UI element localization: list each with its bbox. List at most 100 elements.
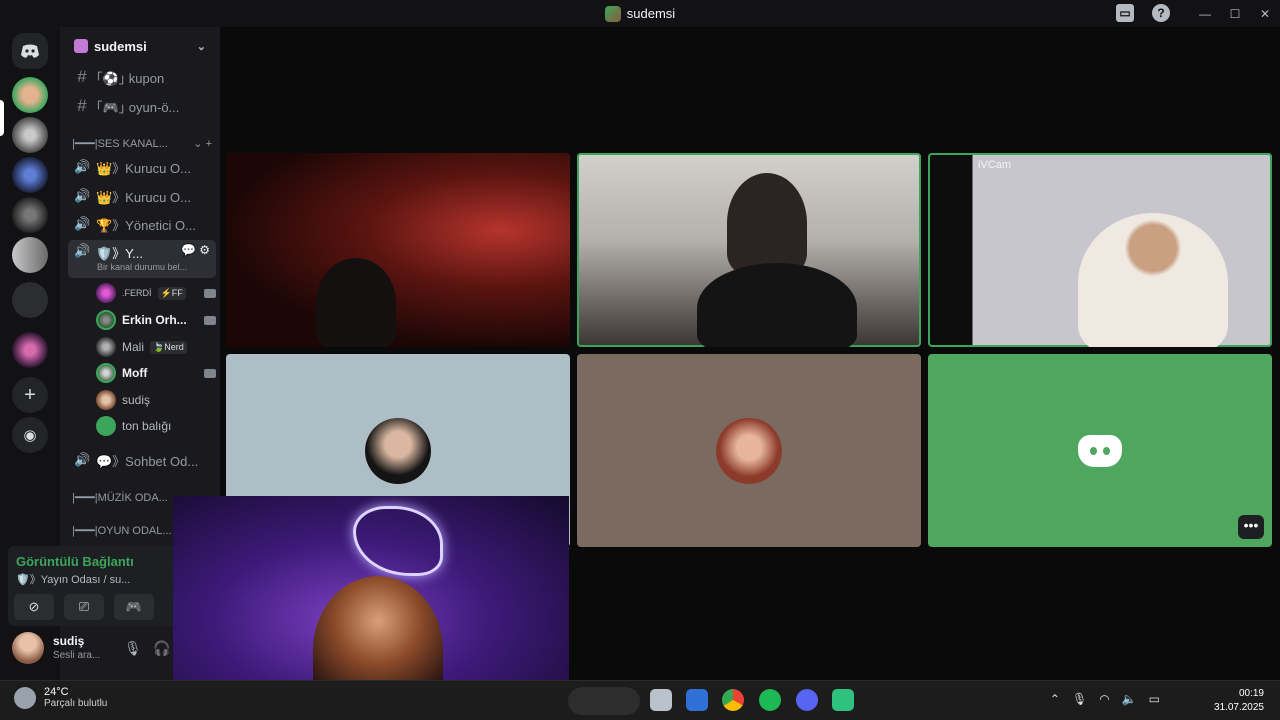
- server-sudemsi[interactable]: [12, 77, 48, 113]
- voice-channel[interactable]: 🔊 💬》Sohbet Od...: [68, 447, 216, 473]
- app-icon[interactable]: [686, 689, 708, 711]
- voice-user[interactable]: .FERDİ ⚡FF: [96, 281, 216, 305]
- speaker-icon: 🔊: [74, 452, 91, 467]
- channel-label: 👑》Kurucu O...: [96, 189, 191, 205]
- user-panel: sudiş Sesli ara... 🎙 🎧: [8, 630, 176, 670]
- browser-icon[interactable]: [722, 689, 744, 711]
- server-item[interactable]: [12, 157, 48, 193]
- wifi-icon[interactable]: ◠: [1099, 692, 1109, 706]
- weather-desc: Parçalı bulutlu: [44, 698, 108, 709]
- window-title: sudemsi: [604, 5, 675, 22]
- discord-icon[interactable]: [796, 689, 818, 711]
- compass-icon[interactable]: ◉: [12, 417, 48, 453]
- user-tag: 🍃Nerd: [150, 340, 187, 354]
- discord-icon[interactable]: [12, 33, 48, 69]
- more-icon[interactable]: •••: [1238, 515, 1264, 539]
- video-participant: [727, 173, 807, 273]
- app-icon[interactable]: [832, 689, 854, 711]
- screen-share-button[interactable]: ⎚: [64, 594, 104, 620]
- add-channel-icon[interactable]: ⌄ +: [193, 137, 212, 150]
- server-item[interactable]: [12, 282, 48, 318]
- avatar: [96, 337, 116, 357]
- channel-label: ｢⚽｣ kupon: [96, 70, 165, 86]
- video-participant: [697, 263, 857, 347]
- camera-icon: [204, 368, 216, 378]
- system-tray: ⌃ 🎙 ◠ 🔈 ▭: [1050, 692, 1160, 706]
- video-tile[interactable]: [226, 153, 570, 347]
- mic-icon[interactable]: 🎙: [1072, 692, 1087, 706]
- voice-channel[interactable]: 🔊 👑》Kurucu O...: [68, 154, 216, 180]
- taskbar-search[interactable]: [568, 687, 640, 715]
- inbox-icon[interactable]: ▭: [1116, 4, 1134, 22]
- window-titlebar: sudemsi ▭ ? — ☐ ✕: [0, 0, 1280, 27]
- avatar: [365, 417, 431, 484]
- battery-icon[interactable]: ▭: [1149, 692, 1160, 706]
- channel-status: Bir kanal durumu bel...: [97, 262, 188, 272]
- chevron-down-icon: ⌄: [196, 40, 206, 53]
- voice-user[interactable]: Moff: [96, 361, 216, 385]
- close-button[interactable]: ✕: [1250, 7, 1280, 21]
- video-tile[interactable]: iVCam: [928, 153, 1272, 347]
- server-item[interactable]: [12, 332, 48, 368]
- avatar-tile[interactable]: [577, 354, 921, 547]
- voice-channel-active[interactable]: 🔊 🛡️》Y... 💬 ⚙ Bir kanal durumu bel...: [68, 240, 216, 278]
- server-item[interactable]: [12, 117, 48, 153]
- minimize-button[interactable]: —: [1190, 7, 1220, 21]
- volume-icon[interactable]: 🔈: [1122, 692, 1137, 706]
- user-tag: ⚡FF: [157, 286, 186, 300]
- speaker-icon: 🔊: [74, 188, 91, 203]
- self-status: Sesli ara...: [53, 650, 101, 661]
- activities-button[interactable]: 🎮: [114, 594, 154, 620]
- voice-connection-panel: Görüntülü Bağlantı 🛡️》Yayın Odası / su..…: [8, 546, 176, 626]
- channel-label: 🏆》Yönetici O...: [96, 217, 196, 233]
- user-name: .FERDİ: [122, 288, 152, 298]
- server-header[interactable]: sudemsi ⌄: [60, 27, 220, 65]
- chevron-up-icon[interactable]: ⌃: [1050, 692, 1060, 706]
- voice-user[interactable]: Mali 🍃Nerd: [96, 335, 216, 359]
- voice-user[interactable]: Erkin Orh...: [96, 308, 216, 332]
- voice-channel-link[interactable]: 🛡️》Yayın Odası / su...: [16, 571, 130, 587]
- speaker-icon: 🔊: [74, 216, 91, 231]
- category-voice[interactable]: |━━━|SES KANAL... ⌄ +: [72, 137, 212, 150]
- overlay-label: iVCam: [978, 159, 1012, 171]
- maximize-button[interactable]: ☐: [1220, 7, 1250, 21]
- clock-date: 31.07.2025: [1213, 702, 1264, 713]
- add-icon[interactable]: +: [12, 377, 48, 413]
- user-name: ton balığı: [122, 419, 172, 433]
- clock[interactable]: 00:19 31.07.2025: [1214, 687, 1264, 715]
- camera-icon: [204, 315, 216, 325]
- avatar: [716, 417, 782, 484]
- weather-widget[interactable]: 24°C Parçalı bulutlu: [14, 686, 107, 709]
- server-name: sudemsi: [94, 38, 147, 54]
- avatar[interactable]: [12, 632, 44, 664]
- avatar: [96, 390, 116, 410]
- server-folder[interactable]: [12, 237, 48, 273]
- server-icon: [604, 5, 621, 22]
- headphones-icon[interactable]: 🎧: [153, 640, 170, 657]
- mic-icon[interactable]: 🎙: [124, 640, 142, 657]
- category-label: |━━━|SES KANAL...: [72, 138, 168, 150]
- server-item[interactable]: [12, 197, 48, 233]
- active-server-indicator: [0, 100, 4, 136]
- voice-user[interactable]: sudiş: [96, 388, 216, 412]
- spotify-icon[interactable]: [759, 689, 781, 711]
- settings-icon[interactable]: 💬 ⚙: [181, 243, 210, 257]
- user-name: Erkin Orh...: [122, 313, 187, 327]
- voice-channel[interactable]: 🔊 👑》Kurucu O...: [68, 183, 216, 209]
- avatar-tile[interactable]: •••: [928, 354, 1272, 547]
- help-icon[interactable]: ?: [1152, 4, 1170, 22]
- hash-icon: #: [77, 67, 87, 86]
- user-name: Moff: [122, 366, 148, 380]
- voice-user[interactable]: ton balığı: [96, 414, 216, 438]
- self-name: sudiş: [53, 634, 85, 648]
- camera-icon: [204, 288, 216, 298]
- task-view-icon[interactable]: [650, 689, 672, 711]
- avatar: [96, 363, 116, 383]
- channel-kupon[interactable]: # ｢⚽｣ kupon: [68, 64, 216, 90]
- home-icon: [74, 39, 88, 53]
- voice-status-title[interactable]: Görüntülü Bağlantı: [16, 554, 134, 569]
- voice-channel[interactable]: 🔊 🏆》Yönetici O...: [68, 211, 216, 237]
- channel-oyun[interactable]: # ｢🎮｣ oyun-ö...: [68, 93, 216, 119]
- camera-off-button[interactable]: ⊘: [14, 594, 54, 620]
- video-tile[interactable]: [577, 153, 921, 347]
